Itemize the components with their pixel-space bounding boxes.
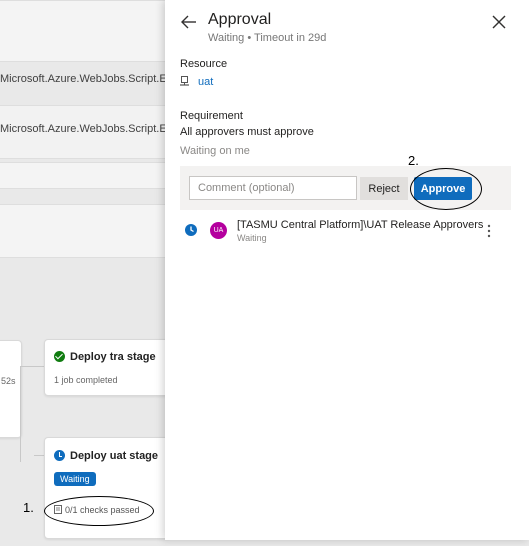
annotation-ellipse (44, 496, 154, 526)
previous-stage-card[interactable]: 52s (0, 340, 22, 438)
background-row-text: Microsoft.Azure.WebJobs.Script.Exte (0, 123, 182, 135)
reject-button[interactable]: Reject (360, 177, 408, 200)
success-check-icon (54, 351, 65, 362)
status-badge: Waiting (54, 472, 96, 486)
stage-title: Deploy uat stage (54, 450, 158, 462)
stage-connector (34, 455, 44, 456)
close-icon[interactable] (492, 15, 506, 29)
approver-name: [TASMU Central Platform]\UAT Release App… (237, 219, 484, 231)
background-row-text: Microsoft.Azure.WebJobs.Script.Exte (0, 73, 182, 85)
annotation-number: 2. (408, 153, 419, 168)
avatar: UA (210, 222, 227, 239)
waiting-on-text: Waiting on me (180, 145, 250, 157)
clock-icon (185, 224, 197, 236)
comment-input[interactable] (189, 176, 357, 200)
annotation-number: 1. (23, 500, 34, 515)
background-row-band (0, 162, 175, 189)
background-header-band (0, 0, 175, 62)
environment-icon (180, 76, 189, 86)
requirement-label: Requirement (180, 110, 243, 122)
approver-row: UA [TASMU Central Platform]\UAT Release … (180, 214, 511, 248)
stage-jobs-status: 1 job completed (54, 375, 118, 385)
more-options-icon[interactable] (484, 224, 494, 238)
requirement-text: All approvers must approve (180, 126, 314, 138)
stage-connector (20, 366, 35, 462)
stage-card-tra[interactable]: Deploy tra stage 1 job completed (44, 339, 171, 396)
approval-panel: Approval Waiting • Timeout in 29d Resour… (165, 0, 529, 540)
approver-status: Waiting (237, 233, 267, 243)
stage-connector (20, 366, 44, 367)
stage-duration: 52s (1, 376, 16, 386)
stage-title: Deploy tra stage (54, 351, 156, 363)
clock-icon (54, 450, 65, 461)
resource-label: Resource (180, 58, 228, 70)
background-row-band (0, 204, 175, 258)
annotation-ellipse (410, 168, 482, 210)
back-arrow-icon[interactable] (180, 13, 198, 31)
resource-link[interactable]: uat (180, 76, 213, 88)
panel-title: Approval (208, 11, 272, 28)
panel-subtitle: Waiting • Timeout in 29d (208, 32, 327, 44)
